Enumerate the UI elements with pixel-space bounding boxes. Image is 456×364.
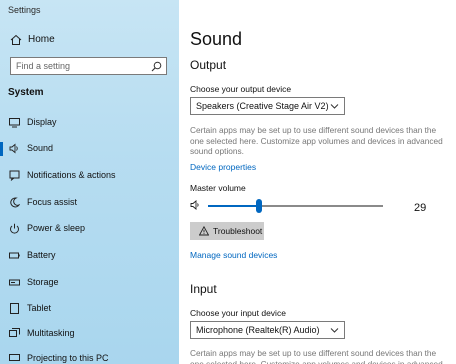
sidebar-item-label: Tablet bbox=[27, 303, 52, 313]
sidebar-item-focus-assist[interactable]: Focus assist bbox=[0, 192, 179, 214]
volume-slider-thumb[interactable] bbox=[256, 199, 262, 213]
troubleshoot-button[interactable]: Troubleshoot bbox=[190, 222, 264, 240]
main-content: Sound Output Choose your output device S… bbox=[179, 0, 456, 364]
tablet-icon bbox=[10, 303, 19, 314]
sidebar-item-label: Battery bbox=[27, 250, 56, 260]
sidebar-item-label: Sound bbox=[27, 143, 54, 153]
manage-sound-devices-link[interactable]: Manage sound devices bbox=[190, 250, 277, 260]
section-label-system: System bbox=[8, 87, 44, 98]
sidebar-item-label: Storage bbox=[27, 277, 59, 287]
sidebar-item-sound[interactable]: Sound bbox=[0, 138, 179, 160]
window-title: Settings bbox=[8, 5, 41, 15]
sidebar-item-label: Projecting to this PC bbox=[27, 353, 109, 363]
master-volume-label: Master volume bbox=[190, 183, 246, 193]
sidebar: Settings Home Find a setting System Disp… bbox=[0, 0, 179, 364]
page-title: Sound bbox=[190, 29, 243, 49]
sidebar-home-label: Home bbox=[28, 34, 55, 45]
sidebar-item-multitasking[interactable]: Multitasking bbox=[0, 323, 179, 345]
sidebar-home[interactable]: Home bbox=[0, 30, 179, 50]
output-heading: Output bbox=[190, 58, 227, 72]
multitasking-icon bbox=[9, 328, 20, 337]
sidebar-item-notifications[interactable]: Notifications & actions bbox=[0, 165, 179, 187]
volume-speaker-icon[interactable] bbox=[190, 200, 201, 210]
warning-icon bbox=[199, 226, 209, 236]
sidebar-item-storage[interactable]: Storage bbox=[0, 272, 179, 294]
sidebar-item-label: Notifications & actions bbox=[27, 170, 116, 180]
input-device-value: Microphone (Realtek(R) Audio) bbox=[196, 325, 320, 335]
sidebar-item-label: Multitasking bbox=[27, 328, 75, 338]
sidebar-item-label: Display bbox=[27, 117, 57, 127]
output-device-value: Speakers (Creative Stage Air V2) bbox=[196, 101, 329, 111]
chevron-down-icon bbox=[330, 328, 339, 333]
home-icon bbox=[10, 34, 22, 45]
sidebar-item-display[interactable]: Display bbox=[0, 112, 179, 134]
sidebar-item-power-sleep[interactable]: Power & sleep bbox=[0, 218, 179, 240]
sidebar-item-battery[interactable]: Battery bbox=[0, 245, 179, 267]
power-icon bbox=[10, 223, 19, 234]
device-properties-link[interactable]: Device properties bbox=[190, 162, 256, 172]
search-icon bbox=[151, 61, 162, 72]
battery-icon bbox=[9, 252, 20, 259]
volume-slider-fill[interactable] bbox=[208, 205, 259, 207]
notifications-icon bbox=[9, 170, 20, 181]
speaker-icon bbox=[9, 143, 18, 154]
sidebar-item-label: Focus assist bbox=[27, 197, 78, 207]
projector-icon bbox=[9, 354, 20, 361]
search-input[interactable]: Find a setting bbox=[10, 57, 167, 75]
chevron-down-icon bbox=[330, 104, 339, 109]
input-device-dropdown[interactable]: Microphone (Realtek(R) Audio) bbox=[190, 321, 345, 339]
sidebar-item-projecting[interactable]: Projecting to this PC bbox=[0, 348, 179, 364]
input-device-label: Choose your input device bbox=[190, 308, 286, 318]
input-description: Certain apps may be set up to use differ… bbox=[190, 348, 443, 364]
sidebar-item-label: Power & sleep bbox=[27, 223, 86, 233]
active-indicator bbox=[0, 142, 3, 156]
volume-slider-track[interactable] bbox=[259, 205, 383, 207]
display-icon bbox=[9, 118, 20, 128]
troubleshoot-label: Troubleshoot bbox=[213, 226, 263, 236]
sidebar-item-tablet[interactable]: Tablet bbox=[0, 298, 179, 320]
output-description: Certain apps may be set up to use differ… bbox=[190, 125, 443, 156]
output-device-label: Choose your output device bbox=[190, 84, 292, 94]
storage-icon bbox=[9, 279, 20, 286]
input-heading: Input bbox=[190, 282, 217, 296]
search-placeholder: Find a setting bbox=[16, 61, 71, 71]
moon-icon bbox=[10, 197, 20, 208]
output-device-dropdown[interactable]: Speakers (Creative Stage Air V2) bbox=[190, 97, 345, 115]
volume-value: 29 bbox=[414, 202, 427, 214]
